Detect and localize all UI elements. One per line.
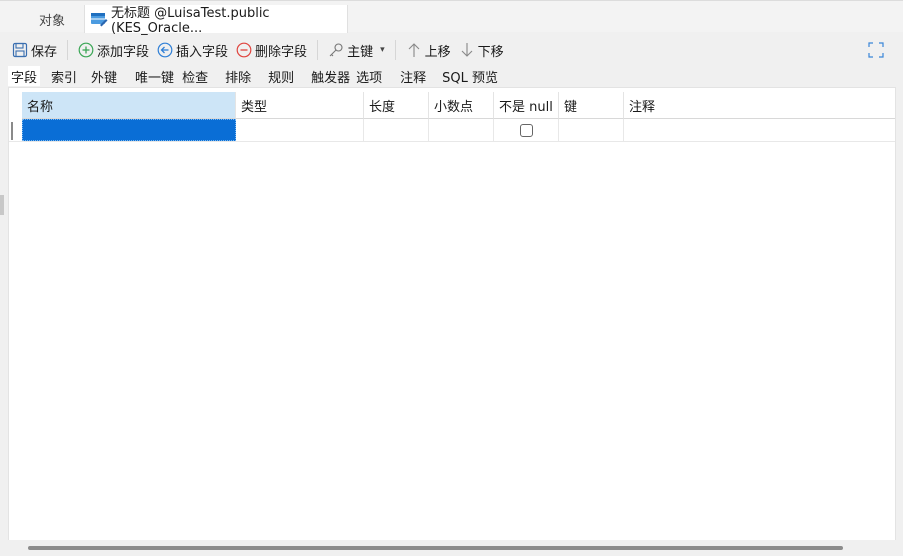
column-header-decimals[interactable]: 小数点: [429, 92, 494, 119]
key-cell[interactable]: [559, 119, 624, 141]
add-field-button[interactable]: 添加字段: [74, 38, 153, 62]
dropdown-caret-icon[interactable]: ▾: [380, 45, 385, 55]
insert-field-label: 插入字段: [176, 44, 229, 60]
save-label: 保存: [31, 44, 58, 60]
length-cell[interactable]: [364, 119, 429, 141]
move-down-label: 下移: [477, 44, 504, 60]
delete-field-label: 删除字段: [255, 44, 308, 60]
toolbar-divider: [394, 40, 396, 60]
column-header-length[interactable]: 长度: [364, 92, 429, 119]
designer-toolbar: 保存 添加字段 插入字段 删除字段 主键 ▾ 上移 下移: [8, 36, 896, 64]
delete-field-button[interactable]: 删除字段: [232, 38, 311, 62]
primary-key-label: 主键: [347, 44, 374, 60]
splitter-handle[interactable]: [0, 195, 4, 215]
insert-field-button[interactable]: 插入字段: [153, 38, 232, 62]
save-icon: [12, 42, 28, 58]
column-header-key[interactable]: 键: [559, 92, 624, 119]
tab-objects-label: 对象: [38, 13, 65, 29]
tab-table-designer-label: 无标题 @LuisaTest.public (KES_Oracle...: [111, 6, 270, 36]
key-icon: [328, 42, 344, 58]
subtab-checks[interactable]: 检查: [179, 66, 211, 86]
table-edit-icon: [90, 11, 108, 27]
subtab-foreign-keys[interactable]: 外键: [88, 66, 120, 86]
tab-objects[interactable]: 对象: [20, 5, 84, 33]
subtab-unique-keys[interactable]: 唯一键: [132, 66, 177, 86]
add-field-label: 添加字段: [97, 44, 150, 60]
tab-table-designer[interactable]: 无标题 @LuisaTest.public (KES_Oracle...: [84, 5, 348, 36]
column-header-type[interactable]: 类型: [236, 92, 364, 119]
move-down-button[interactable]: 下移: [455, 38, 508, 62]
grid-header: 名称 类型 长度 小数点 不是 null 键 注释: [22, 92, 895, 119]
subtab-fields[interactable]: 字段: [8, 66, 41, 86]
subtab-rules[interactable]: 规则: [265, 66, 297, 86]
table-row[interactable]: [9, 119, 895, 142]
fields-grid: 名称 类型 长度 小数点 不是 null 键 注释: [8, 87, 896, 542]
type-cell[interactable]: [236, 119, 364, 141]
scrollbar-thumb[interactable]: [28, 546, 843, 550]
add-circle-icon: [78, 42, 94, 58]
move-up-button[interactable]: 上移: [402, 38, 455, 62]
fullscreen-expand-icon[interactable]: [868, 42, 884, 58]
name-cell[interactable]: [22, 119, 236, 141]
remove-circle-icon: [236, 42, 252, 58]
toolbar-divider: [317, 40, 319, 60]
subtab-indexes[interactable]: 索引: [48, 66, 80, 86]
column-header-comment[interactable]: 注释: [624, 92, 895, 119]
save-button[interactable]: 保存: [8, 38, 61, 62]
decimals-cell[interactable]: [429, 119, 494, 141]
document-tab-bar: 对象 无标题 @LuisaTest.public (KES_Oracle...: [0, 0, 903, 36]
subtab-options[interactable]: 选项: [353, 66, 385, 86]
move-up-label: 上移: [424, 44, 451, 60]
not-null-checkbox[interactable]: [519, 123, 533, 137]
primary-key-button[interactable]: 主键 ▾: [324, 38, 389, 62]
subtab-comments[interactable]: 注释: [397, 66, 429, 86]
arrow-down-icon: [459, 42, 475, 58]
subtab-sql-preview[interactable]: SQL 预览: [439, 66, 501, 86]
designer-subtabs: 字段 索引 外键 唯一键 检查 排除 规则 触发器 选项 注释 SQL 预览: [8, 66, 502, 86]
comment-cell[interactable]: [624, 119, 895, 141]
column-header-not-null[interactable]: 不是 null: [494, 92, 559, 119]
column-header-name[interactable]: 名称: [22, 92, 236, 119]
row-indicator[interactable]: [9, 119, 22, 142]
horizontal-scrollbar[interactable]: [8, 540, 896, 556]
toolbar-divider: [67, 40, 69, 60]
subtab-excludes[interactable]: 排除: [222, 66, 254, 86]
subtab-triggers[interactable]: 触发器: [308, 66, 353, 86]
insert-arrow-icon: [157, 42, 173, 58]
not-null-cell[interactable]: [494, 119, 559, 141]
arrow-up-icon: [406, 42, 422, 58]
